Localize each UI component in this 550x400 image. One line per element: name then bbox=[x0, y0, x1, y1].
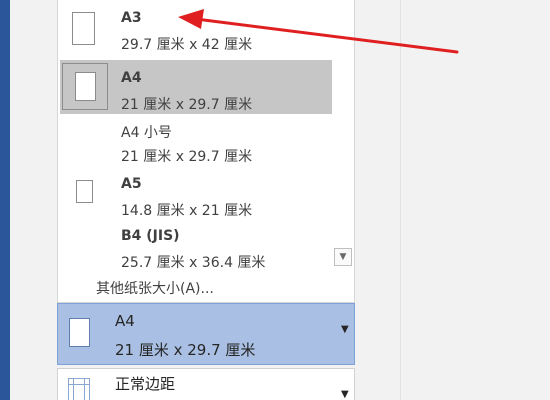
app-left-edge bbox=[0, 0, 10, 400]
paper-size-a3[interactable]: A3 29.7 厘米 x 42 厘米 bbox=[60, 0, 332, 54]
size-dimensions: 21 厘米 x 29.7 厘米 bbox=[121, 97, 253, 113]
page-icon bbox=[69, 318, 90, 347]
size-dimensions: 29.7 厘米 x 42 厘米 bbox=[121, 37, 253, 53]
chevron-down-icon: ▼ bbox=[339, 252, 347, 262]
current-size-dimensions: 21 厘米 x 29.7 厘米 bbox=[115, 341, 256, 359]
size-name: A5 bbox=[121, 176, 142, 192]
page-icon bbox=[75, 72, 96, 101]
paper-size-a4-small[interactable]: A4 小号 21 厘米 x 29.7 厘米 bbox=[60, 112, 332, 166]
size-name: A4 bbox=[121, 70, 142, 86]
paper-size-a4[interactable]: A4 21 厘米 x 29.7 厘米 bbox=[60, 60, 332, 114]
size-dimensions: 21 厘米 x 29.7 厘米 bbox=[121, 149, 253, 165]
pane-divider bbox=[400, 0, 401, 400]
chevron-down-icon: ▼ bbox=[341, 324, 349, 335]
page-icon bbox=[76, 180, 93, 203]
more-paper-sizes-link[interactable]: 其他纸张大小(A)... bbox=[96, 278, 214, 298]
chevron-down-icon: ▼ bbox=[341, 389, 349, 400]
paper-size-dropdown-panel: A3 29.7 厘米 x 42 厘米 A4 21 厘米 x 29.7 厘米 A4… bbox=[57, 0, 355, 303]
size-dimensions: 14.8 厘米 x 21 厘米 bbox=[121, 203, 253, 219]
margins-dropdown[interactable]: 正常边距 ▼ bbox=[57, 368, 355, 400]
size-dimensions: 25.7 厘米 x 36.4 厘米 bbox=[121, 255, 266, 271]
margins-icon bbox=[68, 378, 90, 400]
size-name: B4 (JIS) bbox=[121, 228, 180, 244]
scroll-down-button[interactable]: ▼ bbox=[334, 248, 352, 266]
page-icon bbox=[72, 12, 95, 45]
size-name: A4 小号 bbox=[121, 125, 172, 141]
size-name: A3 bbox=[121, 10, 142, 26]
current-paper-size-dropdown[interactable]: A4 21 厘米 x 29.7 厘米 ▼ bbox=[57, 303, 355, 365]
paper-size-a5[interactable]: A5 14.8 厘米 x 21 厘米 bbox=[60, 166, 332, 220]
current-size-name: A4 bbox=[115, 312, 135, 330]
margins-label: 正常边距 bbox=[115, 375, 176, 393]
paper-size-list: A3 29.7 厘米 x 42 厘米 A4 21 厘米 x 29.7 厘米 A4… bbox=[58, 0, 332, 272]
paper-size-b4-jis[interactable]: B4 (JIS) 25.7 厘米 x 36.4 厘米 bbox=[60, 218, 332, 272]
